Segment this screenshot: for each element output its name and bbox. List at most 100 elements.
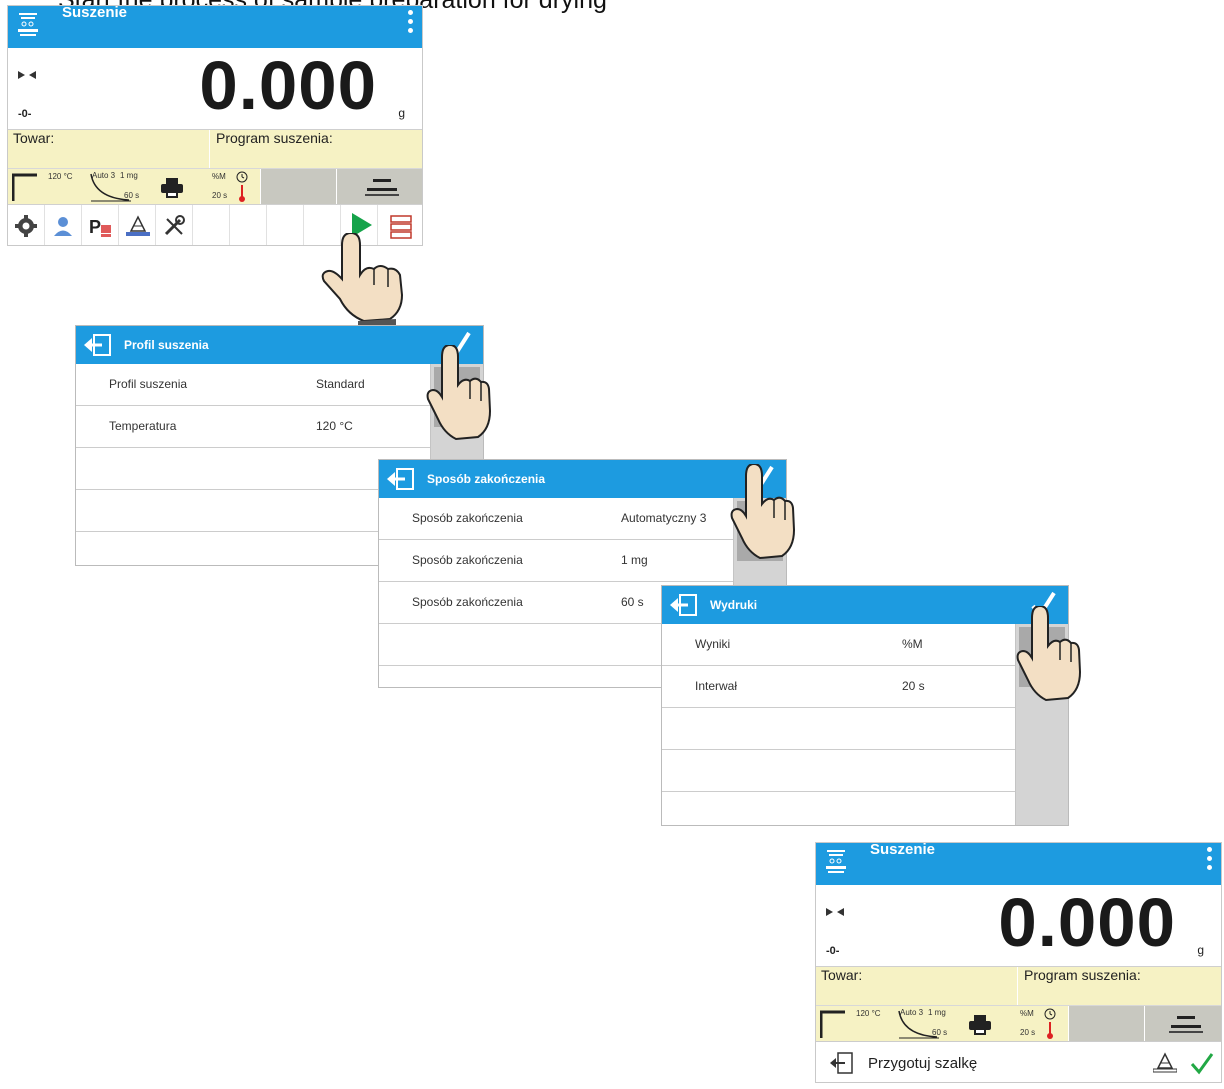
row-label: Wyniki	[695, 637, 731, 651]
program-label: Program suszenia:	[1024, 967, 1141, 983]
list-item[interactable]: Temperatura 120 °C	[76, 406, 431, 448]
tare-button[interactable]	[119, 205, 156, 245]
settings-button[interactable]	[8, 205, 45, 245]
interval-timer-icon	[236, 171, 248, 202]
parameter-tiles: 120 °C Auto 3 1 mg 60 s %M 20 s	[816, 1005, 1221, 1042]
more-menu-icon[interactable]	[408, 10, 413, 37]
profile-curve-icon	[12, 173, 37, 201]
dialog-printouts: Wydruki Wyniki %M Interwał 20 s	[661, 585, 1069, 826]
end-time-value: 60 s	[124, 191, 140, 200]
row-value: 120 °C	[316, 419, 353, 433]
pointing-hand-icon	[1016, 606, 1082, 702]
end-mode-value: Auto 3	[92, 171, 116, 180]
user-icon	[54, 217, 72, 236]
empty-button-2	[230, 205, 267, 245]
print-result-value: %M	[1020, 1009, 1034, 1018]
weighing-pan-icon	[1169, 1016, 1203, 1033]
weight-value: 0.000	[998, 884, 1176, 961]
back-icon[interactable]	[84, 333, 112, 357]
row-value: Automatyczny 3	[621, 511, 707, 525]
print-interval-value: 20 s	[212, 191, 228, 200]
pointing-hand-icon	[321, 233, 404, 325]
interval-timer-icon	[1044, 1008, 1056, 1039]
screen-title: Suszenie	[870, 842, 936, 858]
product-icon: P	[89, 217, 111, 237]
pointing-hand-icon	[426, 345, 492, 441]
info-row: Towar: Program suszenia:	[8, 129, 422, 169]
back-icon[interactable]	[670, 593, 698, 617]
product-label: Towar:	[821, 967, 863, 983]
dialog-title: Sposób zakończenia	[427, 472, 546, 486]
list-item[interactable]: Wyniki %M	[662, 624, 1016, 666]
pan-tile[interactable]	[336, 169, 422, 205]
back-icon[interactable]	[387, 467, 415, 491]
print-interval-value: 20 s	[1020, 1028, 1036, 1037]
temperature-value: 120 °C	[856, 1009, 881, 1018]
dryer-app-icon	[18, 13, 38, 36]
drying-profile-tile[interactable]: 120 °C Auto 3 1 mg 60 s	[816, 1006, 956, 1042]
printer-tile[interactable]	[956, 1006, 1008, 1042]
row-label: Sposób zakończenia	[412, 511, 523, 525]
gear-icon	[15, 215, 37, 237]
main-screen: Suszenie -0- 0.000 g Towar: Program susz…	[7, 5, 423, 246]
drying-profile-tile[interactable]: 120 °C Auto 3 1 mg 60 s	[8, 169, 148, 205]
row-value: Standard	[316, 377, 365, 391]
user-button[interactable]	[45, 205, 82, 245]
svg-text:P: P	[89, 217, 101, 237]
screen-title: Suszenie	[62, 5, 128, 21]
product-button[interactable]: P	[82, 205, 119, 245]
weighing-display: -0- 0.000 g	[8, 47, 422, 129]
title-bar: Suszenie	[816, 843, 1221, 885]
dialog-header: Wydruki	[662, 586, 1068, 624]
printer-tile[interactable]	[148, 169, 200, 205]
dialog-header: Sposób zakończenia	[379, 460, 786, 498]
tools-button[interactable]	[156, 205, 193, 245]
list-item	[662, 708, 1016, 750]
dialog-title: Wydruki	[710, 598, 758, 612]
weighing-pan-icon	[365, 179, 399, 196]
list-item[interactable]: Sposób zakończenia Automatyczny 3	[379, 498, 734, 540]
list-item[interactable]: Interwał 20 s	[662, 666, 1016, 708]
dryer-app-icon	[826, 850, 846, 873]
zero-indicator: -0-	[826, 945, 840, 957]
tare-icon[interactable]	[1153, 1052, 1177, 1074]
profile-curve-icon	[820, 1010, 845, 1038]
dialog-header: Profil suszenia	[76, 326, 483, 364]
prompt-text: Przygotuj szalkę	[868, 1055, 978, 1072]
row-value: 20 s	[902, 679, 925, 693]
title-bar: Suszenie	[8, 6, 422, 48]
weight-unit: g	[398, 106, 405, 120]
row-label: Temperatura	[109, 419, 177, 433]
print-result-value: %M	[212, 172, 226, 181]
back-icon[interactable]	[830, 1052, 854, 1074]
dialog-title: Profil suszenia	[124, 338, 209, 352]
list-item	[662, 750, 1016, 792]
row-label: Interwał	[695, 679, 738, 693]
row-value: 1 mg	[621, 553, 648, 567]
end-mass-value: 1 mg	[928, 1008, 946, 1017]
more-menu-icon[interactable]	[1207, 847, 1212, 874]
row-value: 60 s	[621, 595, 644, 609]
empty-tile	[1068, 1006, 1145, 1042]
list-item[interactable]: Sposób zakończenia 1 mg	[379, 540, 734, 582]
empty-button-3	[267, 205, 304, 245]
temperature-value: 120 °C	[48, 172, 73, 181]
row-label: Sposób zakończenia	[412, 595, 523, 609]
print-settings-tile[interactable]: %M 20 s	[200, 169, 260, 205]
result-screen: Suszenie -0- 0.000 g Towar: Program susz…	[815, 842, 1222, 1083]
empty-button-1	[193, 205, 230, 245]
stability-icon	[826, 908, 844, 916]
row-value: %M	[902, 637, 923, 651]
program-label: Program suszenia:	[216, 130, 333, 146]
product-label: Towar:	[13, 130, 55, 146]
weighing-display: -0- 0.000 g	[816, 884, 1221, 966]
pan-tile[interactable]	[1144, 1006, 1221, 1042]
confirm-check-icon[interactable]	[1190, 1051, 1214, 1075]
empty-tile	[260, 169, 337, 205]
stability-icon	[18, 71, 36, 79]
printer-icon	[969, 1015, 991, 1035]
list-item[interactable]: Profil suszenia Standard	[76, 364, 431, 406]
zero-indicator: -0-	[18, 108, 32, 120]
print-settings-tile[interactable]: %M 20 s	[1008, 1006, 1068, 1042]
info-row: Towar: Program suszenia:	[816, 966, 1221, 1006]
